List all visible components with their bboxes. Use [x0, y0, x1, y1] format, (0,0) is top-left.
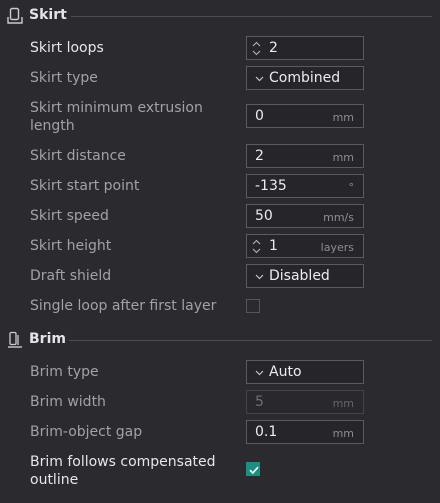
skirt-distance-value[interactable]: 2 [255, 147, 264, 165]
skirt-type-value: Combined [269, 70, 341, 86]
unit-label: mm [332, 111, 354, 124]
single-loop-label: Single loop after first layer [30, 298, 217, 314]
chevron-down-icon[interactable] [255, 76, 264, 82]
brim-width-label: Brim width [30, 394, 106, 410]
draft-shield-value: Disabled [269, 268, 330, 284]
skirt-min-extrusion-label: Skirt minimum extrusion length [30, 100, 203, 134]
brim-follows-outline-checkbox[interactable] [246, 462, 260, 476]
chevron-down-icon[interactable] [255, 274, 264, 280]
draft-shield-label: Draft shield [30, 268, 112, 284]
spin-arrows-icon[interactable] [252, 41, 261, 56]
skirt-height-value[interactable]: 1 [269, 237, 278, 255]
skirt-start-point-label: Skirt start point [30, 178, 140, 194]
skirt-speed-value[interactable]: 50 [255, 207, 273, 225]
brim-section-title: Brim [29, 331, 66, 347]
unit-label: mm [332, 397, 354, 410]
brim-type-dropdown[interactable]: Auto [246, 360, 364, 384]
skirt-min-extrusion-value[interactable]: 0 [255, 107, 264, 125]
skirt-type-dropdown[interactable]: Combined [246, 66, 364, 90]
unit-label: mm [332, 151, 354, 164]
brim-object-gap-label: Brim-object gap [30, 424, 143, 440]
unit-label: mm/s [323, 211, 354, 224]
skirt-speed-label: Skirt speed [30, 208, 109, 224]
brim-icon [7, 331, 23, 349]
skirt-start-point-value[interactable]: -135 [255, 177, 287, 195]
skirt-distance-input[interactable]: 2 mm [246, 144, 364, 168]
skirt-start-point-input[interactable]: -135 ° [246, 174, 364, 198]
skirt-speed-input[interactable]: 50 mm/s [246, 204, 364, 228]
chevron-down-icon[interactable] [255, 370, 264, 376]
unit-label: ° [348, 181, 355, 194]
skirt-loops-spinbox[interactable]: 2 [246, 36, 364, 60]
skirt-min-extrusion-input[interactable]: 0 mm [246, 104, 364, 128]
unit-label: mm [332, 427, 354, 440]
skirt-height-label: Skirt height [30, 238, 112, 254]
unit-label: layers [320, 241, 354, 254]
draft-shield-dropdown[interactable]: Disabled [246, 264, 364, 288]
skirt-loops-label: Skirt loops [30, 40, 104, 56]
brim-width-value: 5 [255, 394, 264, 410]
brim-object-gap-input[interactable]: 0.1 mm [246, 420, 364, 444]
single-loop-checkbox[interactable] [246, 299, 260, 313]
brim-type-label: Brim type [30, 364, 99, 380]
brim-width-input: 5 mm [246, 390, 364, 414]
section-divider [69, 340, 432, 341]
skirt-section-title: Skirt [29, 7, 67, 23]
skirt-distance-label: Skirt distance [30, 148, 126, 164]
checkmark-icon [249, 466, 259, 475]
brim-section-header: Brim [0, 328, 440, 352]
section-divider [71, 16, 432, 17]
skirt-icon [7, 7, 23, 25]
skirt-loops-value[interactable]: 2 [269, 39, 278, 57]
brim-type-value: Auto [269, 364, 302, 380]
brim-follows-outline-label: Brim follows compensated outline [30, 454, 216, 488]
spin-arrows-icon[interactable] [252, 239, 261, 254]
skirt-height-spinbox[interactable]: 1 layers [246, 234, 364, 258]
skirt-type-label: Skirt type [30, 70, 98, 86]
skirt-section-header: Skirt [0, 4, 440, 28]
brim-object-gap-value[interactable]: 0.1 [255, 423, 277, 441]
